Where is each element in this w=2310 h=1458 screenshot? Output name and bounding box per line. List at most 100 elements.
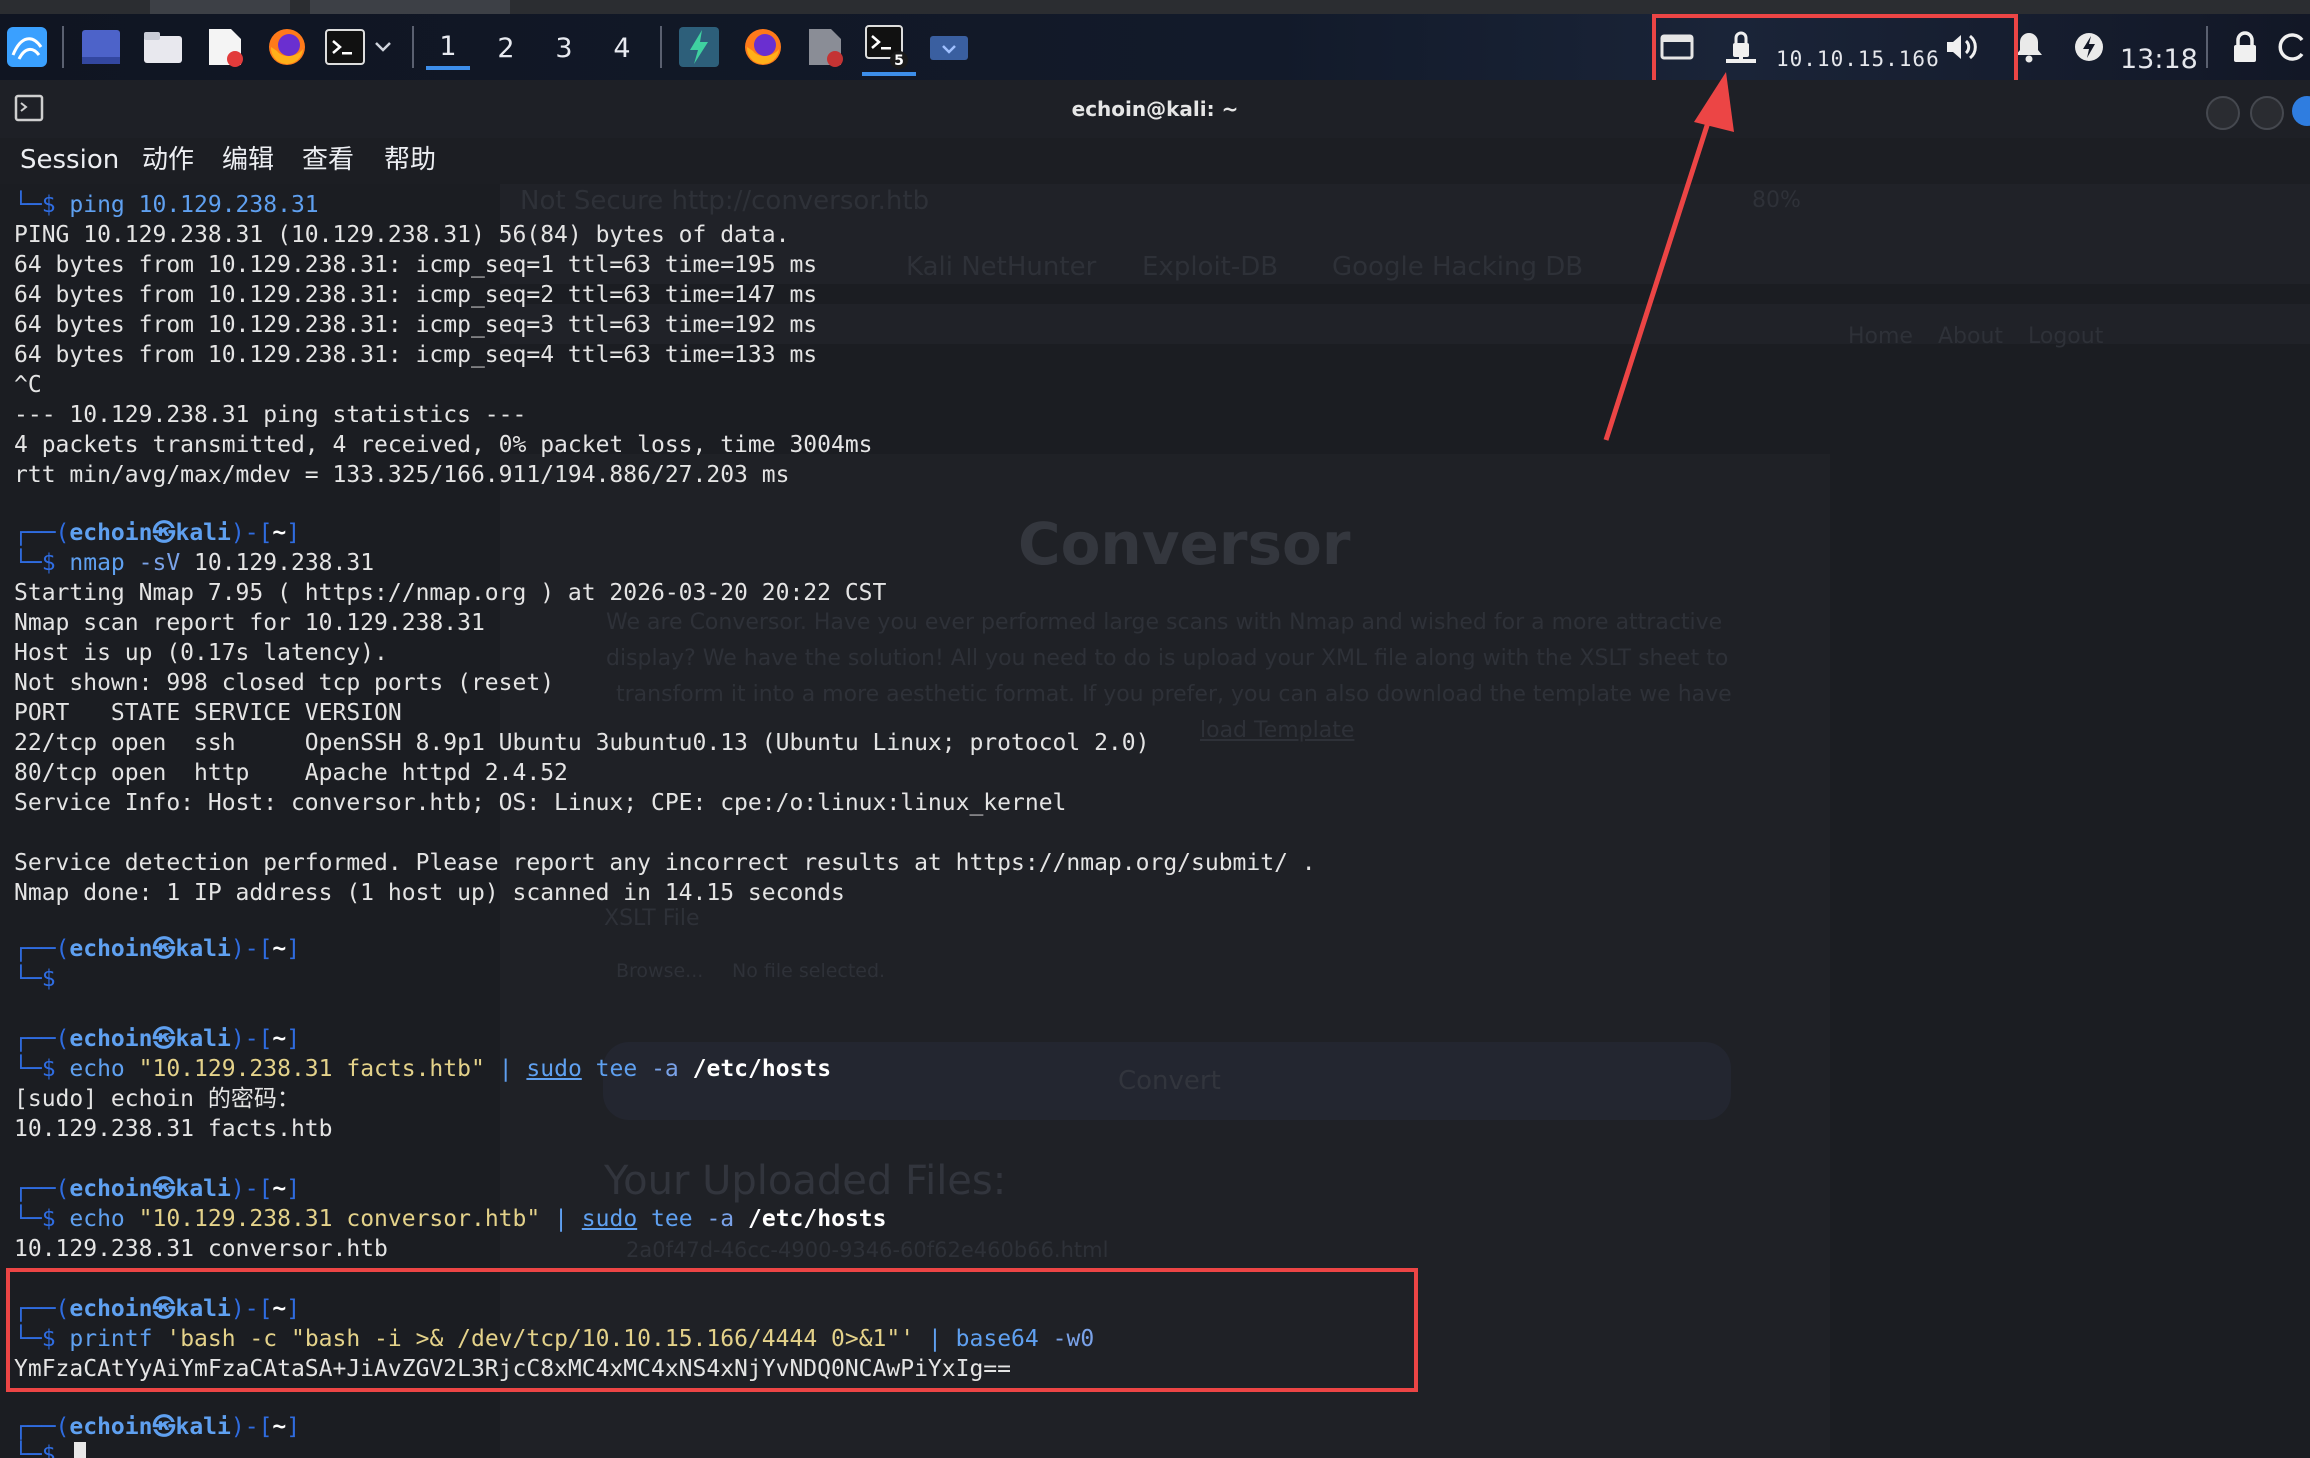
terminal-output: ^C [14,372,42,398]
command-argument: 10.129.238.31 [194,550,375,576]
ghost-intro: transform it into a more aesthetic forma… [616,682,1732,707]
terminal-line: └─$ echo "10.129.238.31 conversor.htb" |… [14,1206,887,1232]
terminal-output: 4 packets transmitted, 4 received, 0% pa… [14,432,873,458]
ghost-nav-home: Home [1848,324,1913,349]
menu-session[interactable]: Session [20,138,119,184]
firefox-icon[interactable] [264,24,310,70]
terminal-line: └─$ [14,1442,70,1458]
prompt-at: ㉿ [152,1176,176,1202]
browser-tab-strip [0,0,2310,14]
command-option: -a [651,1056,679,1082]
terminal-line: └─$ ping 10.129.238.31 [14,192,319,218]
terminal-output: 22/tcp open ssh OpenSSH 8.9p1 Ubuntu 3ub… [14,730,1150,756]
browser-tab[interactable] [150,0,290,14]
terminal-cursor [74,1442,86,1458]
menu-help[interactable]: 帮助 [384,138,436,184]
terminal-line: └─$ [14,966,70,992]
terminal-output: rtt min/avg/max/mdev = 133.325/166.911/1… [14,462,790,488]
menu-actions[interactable]: 动作 [142,138,194,184]
workspace-1[interactable]: 1 [426,26,470,70]
taskbar-separator [660,26,662,68]
prompt-dir: ~ [272,1026,287,1052]
burpsuite-icon[interactable] [676,24,722,70]
terminal-output: 10.129.238.31 conversor.htb [14,1236,388,1262]
text-editor-window-icon[interactable] [802,24,848,70]
ghost-no-file: No file selected. [732,960,886,982]
terminal-output: PING 10.129.238.31 (10.129.238.31) 56(84… [14,222,790,248]
terminal-output: Starting Nmap 7.95 ( https://nmap.org ) … [14,580,887,606]
ghost-intro: We are Conversor. Have you ever performe… [606,610,1723,635]
command-pipe: | [554,1206,568,1232]
command-string: "10.129.238.31 conversor.htb" [138,1206,541,1232]
menu-view[interactable]: 查看 [302,138,354,184]
browser-tab[interactable] [310,0,510,14]
terminal-prompt: ┌──(echoin㉿kali)-[~] [14,520,301,546]
command-binary: nmap [69,550,125,576]
workspace-3[interactable]: 3 [542,26,586,70]
window-count-badge: 5 [894,53,904,69]
terminal-output: [sudo] echoin 的密码： [14,1086,300,1112]
command-sudo: sudo [581,1206,638,1232]
power-status-icon[interactable] [2066,24,2112,70]
terminal-output: Nmap done: 1 IP address (1 host up) scan… [14,880,845,906]
text-editor-icon[interactable] [202,24,248,70]
command-binary: ping 10.129.238.31 [69,192,319,218]
highlight-box-payload [6,1268,1418,1392]
command-option: -sV [138,550,181,576]
terminal-output: Not shown: 998 closed tcp ports (reset) [14,670,555,696]
prompt-dir: ~ [272,1414,287,1440]
terminal-window-icon[interactable]: 5 [864,24,910,70]
command-binary: echo [69,1206,125,1232]
terminal-prompt: ┌──(echoin㉿kali)-[~] [14,1026,301,1052]
prompt-user: echoin [69,1026,153,1052]
terminal-prompt: ┌──(echoin㉿kali)-[~] [14,1176,301,1202]
prompt-user: echoin [69,1414,153,1440]
ghost-intro: display? We have the solution! All you n… [606,646,1729,671]
chevron-down-icon[interactable] [368,24,398,70]
command-binary: tee [595,1056,638,1082]
terminal-output: 64 bytes from 10.129.238.31: icmp_seq=3 … [14,312,818,338]
maximize-button[interactable] [2250,96,2284,130]
window-titlebar: echoin@kali: ~ [0,80,2310,138]
active-window-indicator [862,72,916,76]
logout-icon[interactable] [2276,24,2310,70]
command-file: /etc/hosts [748,1206,887,1232]
file-manager-icon[interactable] [140,24,186,70]
command-binary: echo [69,1056,125,1082]
ghost-nav-about: About [1938,324,2004,349]
command-option: -a [706,1206,735,1232]
prompt-host: kali [175,520,231,546]
workspace-4[interactable]: 4 [600,26,644,70]
prompt-host: kali [175,1414,231,1440]
desktop-icon[interactable] [78,24,124,70]
firefox-window-icon[interactable] [740,24,786,70]
menu-bar: Session 动作 编辑 查看 帮助 [0,138,2310,184]
screenshot-window-icon[interactable] [926,24,972,70]
terminal-output: Service Info: Host: conversor.htb; OS: L… [14,790,1067,816]
prompt-dir: ~ [272,936,287,962]
prompt-at: ㉿ [152,936,176,962]
lock-screen-icon[interactable] [2222,24,2268,70]
ghost-heading: Conversor [1018,510,1351,578]
ghost-bookmark: Kali NetHunter [906,252,1097,282]
prompt-at: ㉿ [152,1026,176,1052]
terminal-output: 64 bytes from 10.129.238.31: icmp_seq=4 … [14,342,818,368]
ghost-nav-logout: Logout [2028,324,2104,349]
terminal-line: └─$ nmap -sV 10.129.238.31 [14,550,375,576]
minimize-button[interactable] [2206,96,2240,130]
ghost-uploaded-heading: Your Uploaded Files: [604,1158,1007,1204]
taskbar-separator [2206,26,2208,68]
workspace-2[interactable]: 2 [484,26,528,70]
terminal-area[interactable]: Not Secure http://conversor.htb 80% Kali… [0,184,2310,1458]
terminal-icon[interactable] [322,24,368,70]
prompt-user: echoin [69,1176,153,1202]
terminal-output: 64 bytes from 10.129.238.31: icmp_seq=2 … [14,282,818,308]
command-string: "10.129.238.31 facts.htb" [138,1056,485,1082]
kali-menu-icon[interactable] [4,24,50,70]
highlight-box-ip [1652,14,2018,86]
command-binary: tee [651,1206,693,1232]
menu-edit[interactable]: 编辑 [222,138,274,184]
terminal-output: 10.129.238.31 facts.htb [14,1116,333,1142]
ghost-browse-button: Browse... [616,960,704,982]
terminal-output: PORT STATE SERVICE VERSION [14,700,402,726]
